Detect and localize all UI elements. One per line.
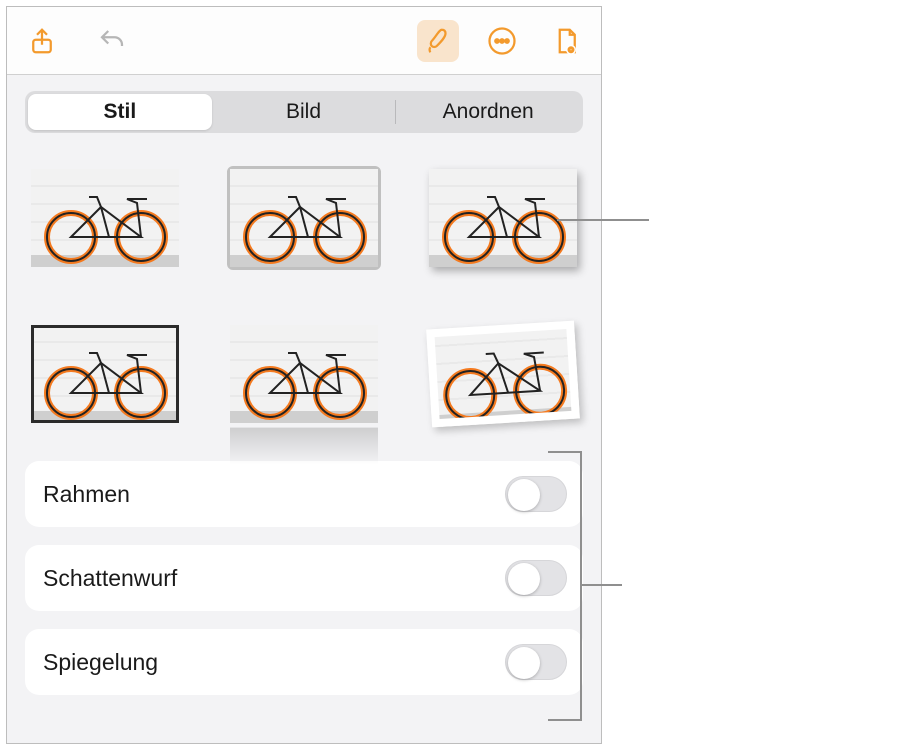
style-preset-border-dark[interactable] (25, 317, 185, 431)
more-icon (487, 26, 517, 56)
format-panel: Stil Bild Anordnen (6, 6, 602, 744)
toggle-knob (508, 479, 540, 511)
brush-icon (423, 26, 453, 56)
option-row-reflection[interactable]: Spiegelung (25, 629, 583, 695)
option-row-shadow[interactable]: Schattenwurf (25, 545, 583, 611)
undo-icon (97, 26, 127, 56)
toggle-reflection[interactable] (505, 644, 567, 680)
callout-line (557, 219, 649, 221)
undo-button[interactable] (91, 20, 133, 62)
callout-line (582, 584, 622, 586)
tab-label: Stil (104, 100, 137, 124)
callout-line (548, 451, 582, 453)
option-row-border[interactable]: Rahmen (25, 461, 583, 527)
format-button[interactable] (417, 20, 459, 62)
style-preset-reflection[interactable] (224, 317, 384, 431)
style-preset-grid (25, 161, 583, 431)
toggle-knob (508, 563, 540, 595)
document-options-button[interactable] (545, 20, 587, 62)
share-button[interactable] (21, 20, 63, 62)
tab-bild[interactable]: Bild (212, 94, 396, 130)
callout-line (548, 719, 582, 721)
style-preset-none[interactable] (25, 161, 185, 275)
tab-anordnen[interactable]: Anordnen (396, 94, 580, 130)
toolbar-left (21, 20, 133, 62)
tab-label: Anordnen (443, 100, 534, 124)
option-label: Spiegelung (43, 649, 158, 676)
toggle-shadow[interactable] (505, 560, 567, 596)
option-label: Rahmen (43, 481, 130, 508)
toolbar-right (417, 20, 587, 62)
panel-body: Stil Bild Anordnen (7, 75, 601, 743)
style-preset-outline[interactable] (224, 161, 384, 275)
option-label: Schattenwurf (43, 565, 177, 592)
tab-label: Bild (286, 100, 321, 124)
document-view-icon (551, 26, 581, 56)
toolbar (7, 7, 601, 75)
style-options: Rahmen Schattenwurf Spiegelung (25, 461, 583, 695)
style-preset-shadow[interactable] (423, 161, 583, 275)
share-icon (27, 26, 57, 56)
screenshot-frame: Stil Bild Anordnen (0, 0, 918, 750)
style-preset-photo-frame[interactable] (423, 317, 583, 431)
more-button[interactable] (481, 20, 523, 62)
tab-stil[interactable]: Stil (28, 94, 212, 130)
tab-bar: Stil Bild Anordnen (25, 91, 583, 133)
toggle-border[interactable] (505, 476, 567, 512)
toggle-knob (508, 647, 540, 679)
